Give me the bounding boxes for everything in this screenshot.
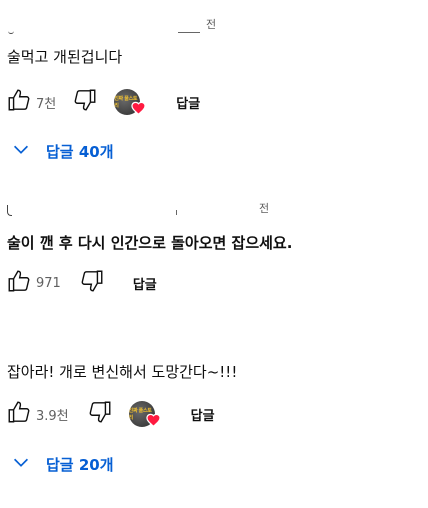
like-button[interactable]: 971 <box>6 268 61 298</box>
view-replies-button[interactable]: 답글 40개 <box>10 138 114 164</box>
like-count: 971 <box>36 275 61 291</box>
comment-actions: 3.9천 진짜 풀스토리 답글 <box>6 399 215 429</box>
thumb-down-icon <box>72 87 98 117</box>
comment-actions: 7천 진짜 풀스토리 답글 <box>6 87 200 117</box>
chevron-down-icon <box>10 138 32 164</box>
like-count: 3.9천 <box>36 408 69 424</box>
chevron-down-icon <box>10 451 32 477</box>
creator-heart-badge: 진짜 풀스토리 <box>114 89 148 116</box>
comment-text: 술이 깬 후 다시 인간으로 돌아오면 잡으세요. <box>7 234 293 252</box>
heart-icon <box>145 412 161 431</box>
creator-heart-badge: 진짜 풀스토리 <box>128 401 163 428</box>
author-redacted-mark <box>7 205 12 216</box>
dislike-button[interactable] <box>79 268 105 298</box>
author-redacted-mark <box>8 30 14 34</box>
reply-button[interactable]: 답글 <box>191 405 215 424</box>
reply-button[interactable]: 답글 <box>133 274 157 293</box>
thumb-up-icon <box>6 399 32 429</box>
thumb-down-icon <box>87 399 113 429</box>
replies-count-label: 답글 40개 <box>46 142 114 161</box>
dislike-button[interactable] <box>72 87 98 117</box>
comment-time: 전 <box>259 202 270 215</box>
comment-actions: 971 답글 <box>6 270 157 296</box>
thumb-up-icon <box>6 87 32 117</box>
replies-count-label: 답글 20개 <box>46 455 114 474</box>
thumb-up-icon <box>6 268 32 298</box>
thumb-down-icon <box>79 268 105 298</box>
comment-text: 잡아라! 개로 변신해서 도망간다~!!! <box>7 363 238 381</box>
like-button[interactable]: 7천 <box>6 87 56 117</box>
heart-icon <box>131 100 146 119</box>
dislike-button[interactable] <box>87 399 113 429</box>
comment-text: 술먹고 개된겁니다 <box>7 48 123 66</box>
comment-time: 전 <box>206 18 217 31</box>
author-redacted-mark <box>176 210 177 215</box>
view-replies-button[interactable]: 답글 20개 <box>10 451 114 477</box>
author-redacted-mark <box>178 32 200 33</box>
reply-button[interactable]: 답글 <box>176 93 200 112</box>
like-count: 7천 <box>36 96 57 112</box>
like-button[interactable]: 3.9천 <box>6 399 69 429</box>
